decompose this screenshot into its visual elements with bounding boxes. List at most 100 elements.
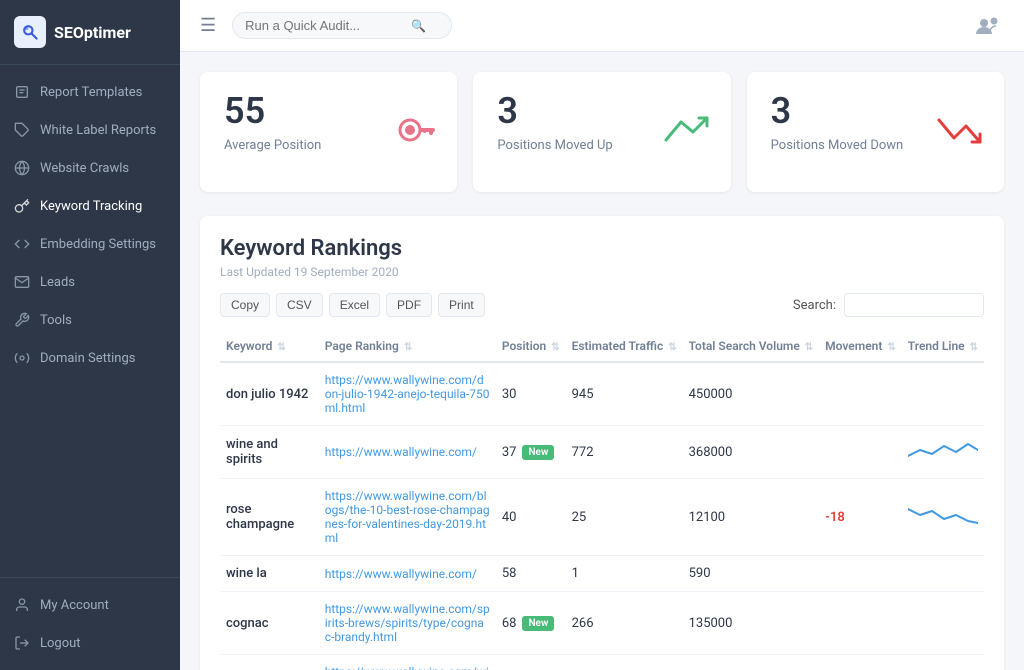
estimated-traffic-cell: 396: [566, 655, 683, 670]
table-row: don julio 1942https://www.wallywine.com/…: [220, 362, 984, 426]
sort-icon-position[interactable]: ⇅: [551, 342, 559, 353]
keyword-cell: don julio 1942: [220, 362, 319, 426]
position-badge: New: [522, 616, 554, 631]
trend-cell: [902, 426, 984, 479]
sidebar-label-white-label: White Label Reports: [40, 123, 156, 138]
csv-button[interactable]: CSV: [276, 293, 323, 317]
sidebar-item-logout[interactable]: Logout: [0, 624, 180, 662]
movement-cell: [819, 592, 902, 655]
total-search-volume-cell: 450000: [683, 362, 820, 426]
sidebar-item-domain-settings[interactable]: Domain Settings: [0, 339, 180, 377]
table-search-input[interactable]: [844, 293, 984, 317]
keyword-cell: wine and spirits: [220, 426, 319, 479]
sort-icon-volume[interactable]: ⇅: [805, 342, 813, 353]
url-cell: https://www.wallywine.com/blogs/the-10-b…: [319, 479, 496, 556]
col-estimated-traffic: Estimated Traffic ⇅: [566, 331, 683, 362]
topbar-right: [972, 10, 1004, 42]
stat-card-avg-position: 55 Average Position: [200, 72, 457, 192]
url-cell: https://www.wallywine.com/don-julio-1942…: [319, 362, 496, 426]
user-avatar-icon[interactable]: [972, 10, 1004, 42]
url-cell: https://www.wallywine.com/: [319, 556, 496, 592]
sidebar-item-report-templates[interactable]: Report Templates: [0, 73, 180, 111]
total-search-volume-cell: 368000: [683, 426, 820, 479]
total-search-volume-cell: 590: [683, 556, 820, 592]
keyword-cell: cognac: [220, 592, 319, 655]
table-row: cognachttps://www.wallywine.com/spirits-…: [220, 592, 984, 655]
copy-button[interactable]: Copy: [220, 293, 270, 317]
movement-value: -18: [825, 510, 845, 525]
estimated-traffic-cell: 945: [566, 362, 683, 426]
estimated-traffic-cell: 1: [566, 556, 683, 592]
sort-icon-trend[interactable]: ⇅: [970, 342, 978, 353]
col-keyword: Keyword ⇅: [220, 331, 319, 362]
print-button[interactable]: Print: [438, 293, 485, 317]
trend-cell: [902, 362, 984, 426]
sidebar-nav: Report Templates White Label Reports Web…: [0, 65, 180, 577]
key-icon: [397, 114, 437, 150]
section-subtitle: Last Updated 19 September 2020: [220, 265, 984, 279]
movement-cell: [819, 556, 902, 592]
stat-cards: 55 Average Position 3 Positions Moved Up…: [200, 72, 1004, 192]
keyword-table: Keyword ⇅ Page Ranking ⇅ Position ⇅ Esti…: [220, 331, 984, 670]
excel-button[interactable]: Excel: [329, 293, 380, 317]
main-area: ☰ 🔍 55 Average Position 3 P: [180, 0, 1024, 670]
stat-card-positions-up: 3 Positions Moved Up: [473, 72, 730, 192]
trend-cell: [902, 655, 984, 670]
sidebar-label-report-templates: Report Templates: [40, 85, 142, 100]
quick-audit-search[interactable]: 🔍: [232, 12, 452, 39]
position-cell: 30: [496, 362, 566, 426]
sidebar-label-leads: Leads: [40, 275, 75, 290]
search-label: Search:: [793, 298, 836, 313]
sidebar-item-tools[interactable]: Tools: [0, 301, 180, 339]
col-position: Position ⇅: [496, 331, 566, 362]
sort-icon-keyword[interactable]: ⇅: [277, 342, 285, 353]
position-value: 30: [502, 387, 517, 402]
sidebar-item-website-crawls[interactable]: Website Crawls: [0, 149, 180, 187]
sidebar-label-tools: Tools: [40, 313, 72, 328]
sidebar-bottom: My Account Logout: [0, 577, 180, 670]
movement-cell: [819, 655, 902, 670]
sidebar-item-white-label-reports[interactable]: White Label Reports: [0, 111, 180, 149]
table-row: champagnehttps://www.wallywine.com/wines…: [220, 655, 984, 670]
logo-icon: [14, 16, 46, 48]
estimated-traffic-cell: 266: [566, 592, 683, 655]
trend-cell: [902, 479, 984, 556]
position-value: 68: [502, 616, 517, 631]
col-total-search-volume: Total Search Volume ⇅: [683, 331, 820, 362]
pdf-button[interactable]: PDF: [386, 293, 432, 317]
position-cell: 97New: [496, 655, 566, 670]
total-search-volume-cell: 12100: [683, 479, 820, 556]
url-cell: https://www.wallywine.com/wines/type/cha…: [319, 655, 496, 670]
sidebar-item-leads[interactable]: Leads: [0, 263, 180, 301]
position-value: 40: [502, 510, 517, 525]
search-input[interactable]: [245, 18, 405, 33]
arrow-down-icon: [934, 112, 984, 152]
arrow-up-icon: [661, 112, 711, 152]
sort-icon-page[interactable]: ⇅: [404, 342, 412, 353]
col-page-ranking: Page Ranking ⇅: [319, 331, 496, 362]
sort-icon-traffic[interactable]: ⇅: [668, 342, 676, 353]
position-value: 37: [502, 445, 517, 460]
position-value: 58: [502, 566, 517, 581]
col-trend-line: Trend Line ⇅: [902, 331, 984, 362]
table-search-row: Search:: [793, 293, 984, 317]
url-cell: https://www.wallywine.com/spirits-brews/…: [319, 592, 496, 655]
hamburger-icon[interactable]: ☰: [200, 15, 216, 36]
topbar: ☰ 🔍: [180, 0, 1024, 52]
keyword-cell: champagne: [220, 655, 319, 670]
sort-icon-movement[interactable]: ⇅: [887, 342, 895, 353]
sidebar: SEOptimer Report Templates White Label R…: [0, 0, 180, 670]
position-badge: New: [522, 445, 554, 460]
col-movement: Movement ⇅: [819, 331, 902, 362]
position-cell: 58: [496, 556, 566, 592]
table-row: wine lahttps://www.wallywine.com/581590: [220, 556, 984, 592]
sidebar-item-embedding-settings[interactable]: Embedding Settings: [0, 225, 180, 263]
sidebar-label-domain-settings: Domain Settings: [40, 351, 135, 366]
logo-text: SEOptimer: [54, 23, 131, 42]
sidebar-item-keyword-tracking[interactable]: Keyword Tracking: [0, 187, 180, 225]
sidebar-label-my-account: My Account: [40, 598, 109, 613]
estimated-traffic-cell: 772: [566, 426, 683, 479]
stat-card-positions-down: 3 Positions Moved Down: [747, 72, 1004, 192]
sidebar-item-my-account[interactable]: My Account: [0, 586, 180, 624]
url-cell: https://www.wallywine.com/: [319, 426, 496, 479]
